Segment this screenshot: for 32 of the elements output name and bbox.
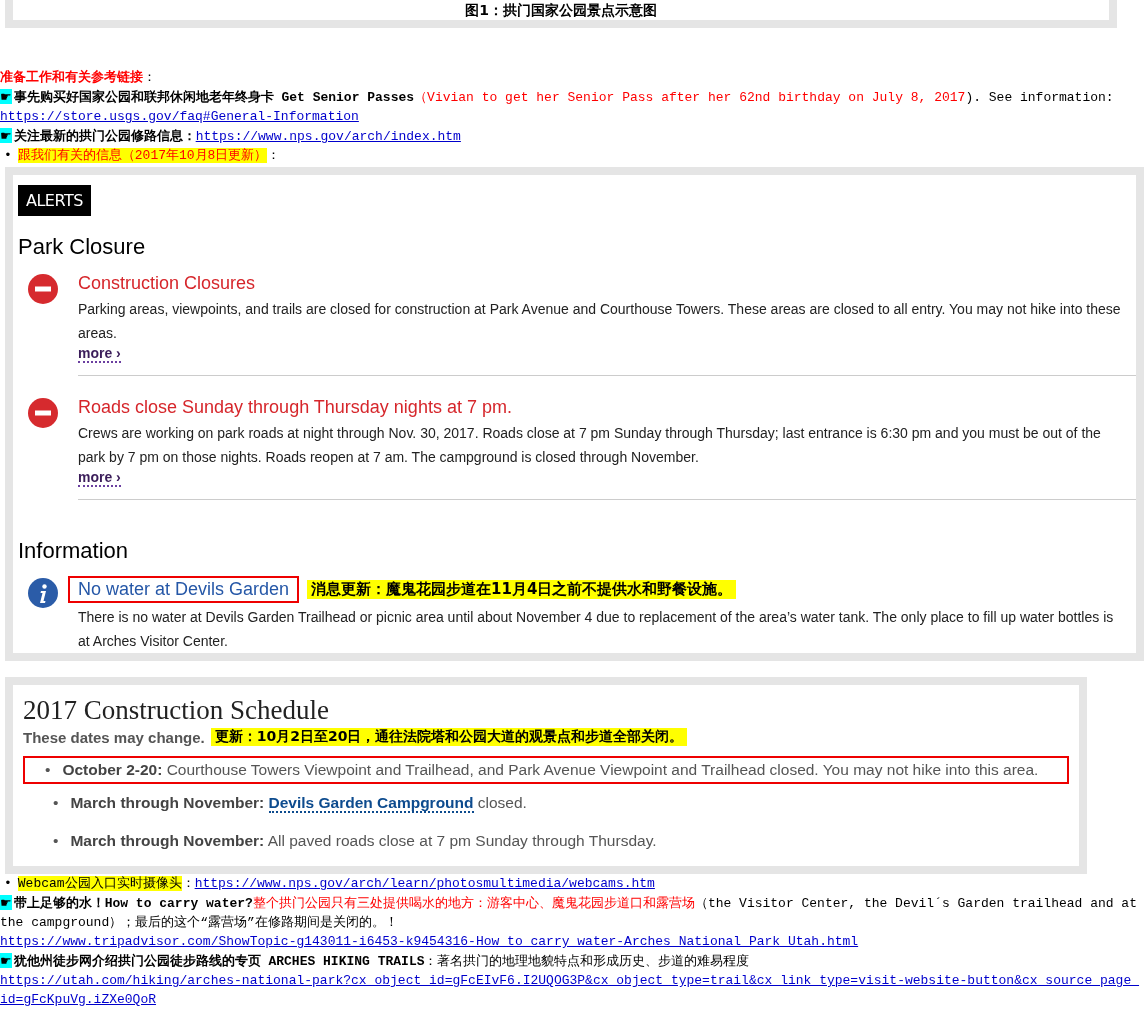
section-heading: Information [18, 538, 130, 564]
info-line: ☛带上足够的水！How to carry water?整个拱门公园只有三处提供喝水的地方：游客中心、魔鬼花园步道口和露营场（the Visitor Center, the Devil´s Garden trailhead and at the campground）；最后的这个“露营场”在修路期间是关闭的。！ [0, 894, 1138, 932]
link[interactable]: https://store.usgs.gov/faq#General-Information [0, 109, 359, 124]
alert-description: Crews are working on park roads at night through Nov. 30, 2017. Roads close at 7 pm Sunday through Thursday; last entrance is 6:30 pm and you must be out of the park by 7 pm on those nights. Roads reopen at 7 am. The campground is closed through November. [78, 424, 1102, 467]
link[interactable]: https://utah.com/hiking/arches-national-park?cx_object_id=gFcEIvF6.I2UQOG3P&cx_object_type=trail&cx_link_type=visit-website-button&cx_source_page_id=gFcKpuVg.iZXe0QoR [0, 971, 1140, 1009]
section-heading: Park Closure [18, 234, 147, 260]
alert-description: There is no water at Devils Garden Trailhead or picnic area until about November 4 due to replacement of the area’s water tank. The only place to fill up water bottles is at Arches Visitor Center. [78, 608, 1115, 651]
link[interactable]: https://www.nps.gov/arch/index.htm [195, 129, 461, 144]
more-link[interactable]: more › [78, 345, 121, 363]
no-entry-icon [28, 398, 58, 428]
info-line: ☛关注最新的拱门公园修路信息：https://www.nps.gov/arch/index.htm [0, 127, 462, 146]
schedule-subtitle: These dates may change. [23, 729, 205, 746]
info-line: ☛犹他州徒步网介绍拱门公园徒步路线的专页 ARCHES HIKING TRAILS：著名拱门的地理地貌特点和形成历史、步道的难易程度 [0, 952, 751, 971]
more-link[interactable]: more › [78, 469, 121, 487]
schedule-item: • October 2-20: Courthouse Towers Viewpoint and Trailhead, and Park Avenue Viewpoint and Trailhead closed. You may not hike into this area. [23, 756, 1069, 784]
link[interactable]: https://www.nps.gov/arch/learn/photosmultimedia/webcams.htm [194, 876, 655, 891]
schedule-item: • March through November: All paved roads close at 7 pm Sunday through Thursday. [52, 831, 658, 851]
alert-title-link[interactable]: Construction Closures [78, 272, 256, 295]
alert-title-link[interactable]: No water at Devils Garden [68, 576, 300, 603]
schedule-title: 2017 Construction Schedule [23, 695, 330, 726]
highlighted-note: 更新：10月2日至20日，通往法院塔和公园大道的观景点和步道全部关闭。 [210, 728, 688, 746]
schedule-item: • March through November: Devils Garden Campground closed. [52, 793, 528, 815]
alert-description: Parking areas, viewpoints, and trails are closed for construction at Park Avenue and Courthouse Towers. These areas are closed to all entry. You may not hike into these areas. [78, 300, 1122, 343]
no-entry-icon [28, 274, 58, 304]
figure-caption: 图1：拱门国家公园景点示意图 [464, 2, 658, 18]
alerts-badge: ALERTS [18, 185, 91, 216]
info-line: 准备工作和有关参考链接： [0, 69, 157, 87]
alert-title-link[interactable]: Roads close Sunday through Thursday nights at 7 pm. [78, 396, 512, 419]
link[interactable]: https://www.tripadvisor.com/ShowTopic-g143011-i6453-k9454316-How_to_carry_water-Arches_National_Park_Utah.html [0, 932, 859, 951]
highlighted-note: 消息更新：魔鬼花园步道在11月4日之前不提供水和野餐设施。 [307, 580, 737, 599]
info-icon [28, 578, 58, 608]
campground-link[interactable]: Devils Garden Campground [268, 794, 474, 813]
